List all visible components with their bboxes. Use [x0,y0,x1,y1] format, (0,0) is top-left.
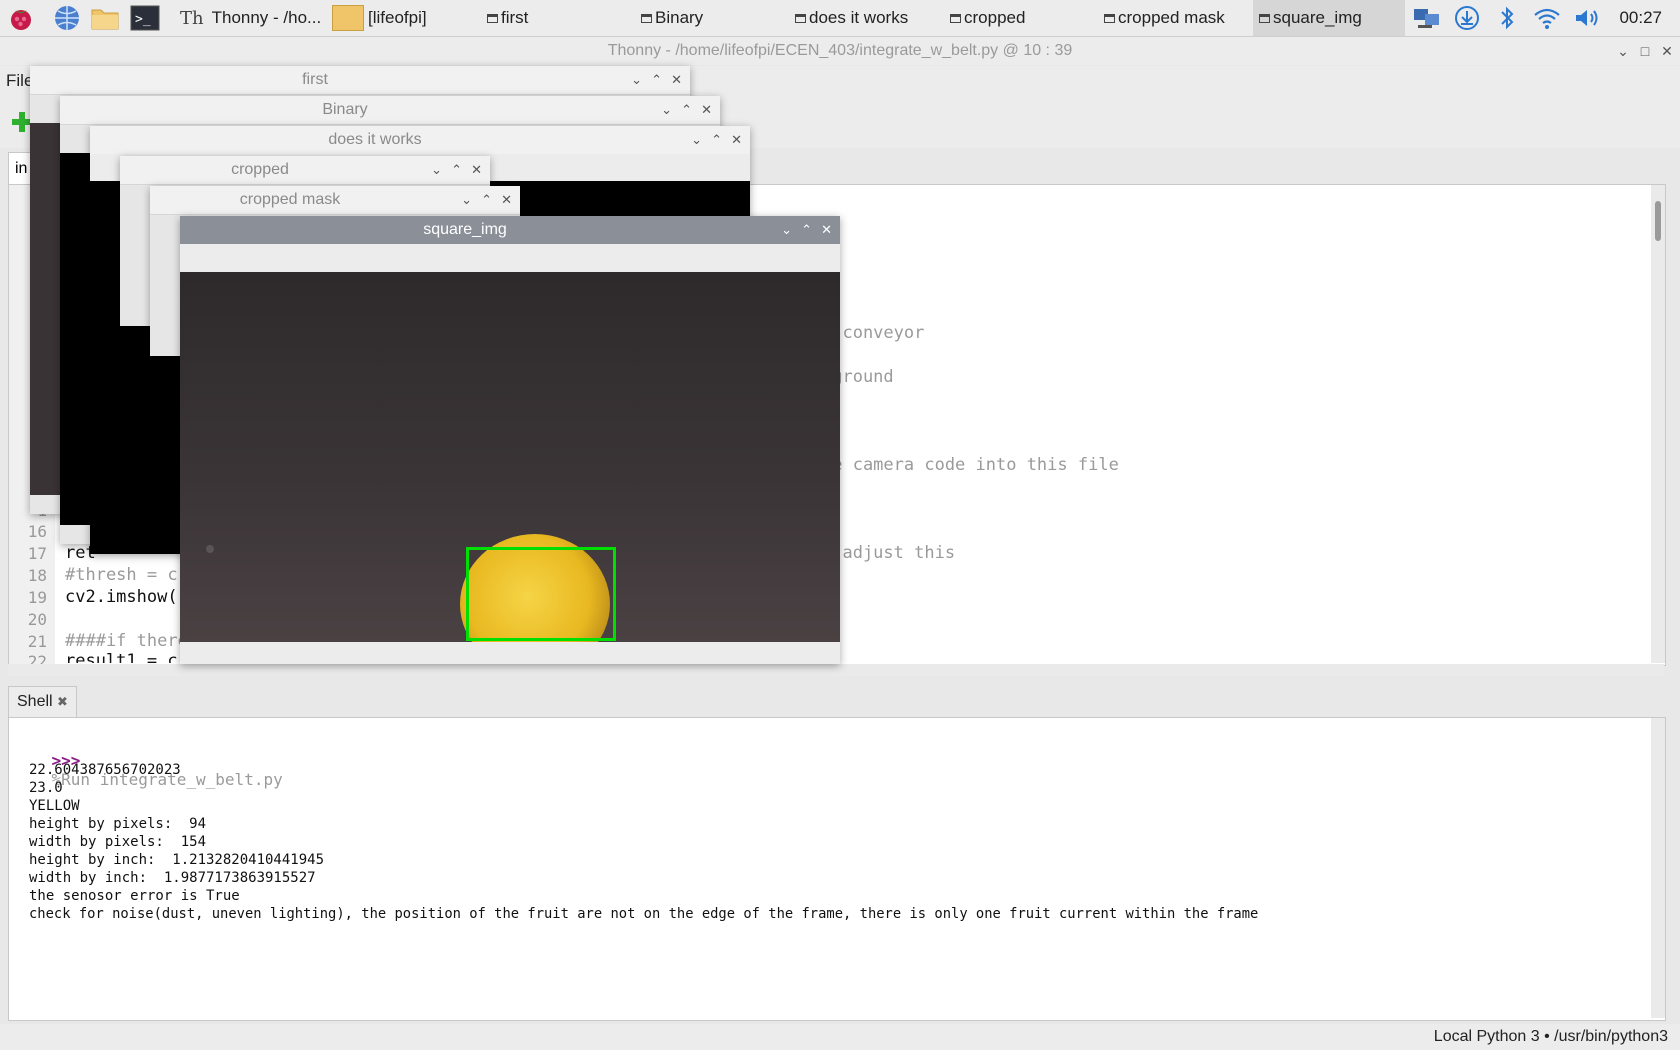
dust-speck [206,545,214,553]
line-number: 21 [27,632,47,651]
close-icon[interactable]: ✕ [731,126,742,154]
line-number: 19 [27,588,47,607]
editor-vertical-scrollbar[interactable] [1651,185,1665,663]
close-icon[interactable]: ✕ [1656,37,1678,65]
window-statusbar [180,642,840,664]
close-tab-icon[interactable]: ✖ [57,694,68,709]
shell-output-line: 23.0 [29,780,63,796]
window-titlebar[interactable]: does it works ⌄ ⌃ ✕ [90,126,750,155]
code-line: ####if there [65,631,188,651]
taskbar-item-first[interactable]: first [487,0,528,36]
minimize-icon[interactable]: ⌄ [661,96,672,124]
shell-output-line: width by inch: 1.9877173863915527 [29,870,316,886]
line-number: 20 [27,610,47,629]
web-browser-icon[interactable] [52,3,82,33]
bluetooth-icon[interactable] [1492,3,1522,33]
window-icon [1259,13,1270,23]
minimize-icon[interactable]: ⌄ [461,186,472,214]
shell-panel[interactable]: >>> %Run integrate_w_belt.py 22.60438765… [8,717,1666,1021]
taskbar-item-square-img[interactable]: square_img [1253,0,1405,36]
window-titlebar[interactable]: square_img ⌄ ⌃ ✕ [180,216,840,245]
window-titlebar[interactable]: cropped mask ⌄ ⌃ ✕ [150,186,520,215]
code-line: result1 = c [65,651,178,663]
window-icon [795,13,806,23]
window-icon [641,13,652,23]
shell-output-line: width by pixels: 154 [29,834,207,850]
window-toolbar [180,244,840,272]
code-line: cv2.imshow(' [65,587,188,607]
window-icon [487,13,498,23]
line-number: 17 [27,544,47,563]
minimize-icon[interactable]: ⌄ [431,156,442,184]
scrollbar-thumb[interactable] [1655,201,1661,241]
status-bar: Local Python 3 • /usr/bin/python3 [0,1024,1680,1050]
download-updates-icon[interactable] [1452,3,1482,33]
window-icon [950,13,961,23]
file-manager-icon[interactable] [90,3,120,33]
terminal-icon[interactable]: >_ [130,3,160,33]
shell-scrollbar[interactable] [1651,718,1665,1018]
taskbar-item-binary[interactable]: Binary [641,0,703,36]
window-icon [1104,13,1115,23]
shell-output-line: 22.604387656702023 [29,762,181,778]
taskbar-item-does-it-works[interactable]: does it works [795,0,908,36]
maximize-icon[interactable]: ⌃ [681,96,692,124]
line-number: 16 [27,522,47,541]
window-titlebar[interactable]: first ⌄ ⌃ ✕ [30,66,690,95]
maximize-icon[interactable]: ⌃ [451,156,462,184]
minimize-icon[interactable]: ⌄ [691,126,702,154]
code-fragment: he camera code into this file [822,455,1119,475]
clock[interactable]: 00:27 [1619,0,1662,36]
taskbar-item-thonny[interactable]: Th Thonny - /ho... [180,0,321,36]
line-number: 18 [27,566,47,585]
camera-frame-image [180,272,840,642]
shell-output-line: height by pixels: 94 [29,816,207,832]
editor-horizontal-scrollbar[interactable] [8,664,1664,676]
close-icon[interactable]: ✕ [501,186,512,214]
code-fragment: o adjust this [822,543,956,563]
code-line: #thresh = c [65,565,178,585]
shell-output-line: check for noise(dust, uneven lighting), … [29,906,1259,922]
close-icon[interactable]: ✕ [821,216,832,244]
interpreter-status[interactable]: Local Python 3 • /usr/bin/python3 [1434,1024,1668,1050]
maximize-icon[interactable]: ⌃ [651,66,662,94]
volume-icon[interactable] [1572,3,1602,33]
taskbar: >_ Th Thonny - /ho... [lifeofpi] first B… [0,0,1680,37]
shell-tab[interactable]: Shell ✖ [8,686,77,717]
cv-window-square-img[interactable]: square_img ⌄ ⌃ ✕ [180,216,840,664]
maximize-icon[interactable]: ⌃ [711,126,722,154]
minimize-icon[interactable]: ⌄ [631,66,642,94]
shell-output-line: the senosor error is True [29,888,240,904]
window-titlebar[interactable]: Binary ⌄ ⌃ ✕ [60,96,720,125]
close-icon[interactable]: ✕ [701,96,712,124]
minimize-icon[interactable]: ⌄ [1612,37,1634,65]
close-icon[interactable]: ✕ [671,66,682,94]
thonny-window-title: Thonny - /home/lifeofpi/ECEN_403/integra… [0,37,1680,65]
raspberry-menu-icon[interactable] [6,3,36,33]
taskbar-item-cropped[interactable]: cropped [950,0,1025,36]
taskbar-item-lifeofpi[interactable]: [lifeofpi] [332,0,427,36]
detection-bounding-box [466,547,616,641]
thonny-icon: Th [180,7,204,29]
maximize-icon[interactable]: ⌃ [481,186,492,214]
svg-text:>_: >_ [135,12,151,27]
taskbar-item-cropped-mask[interactable]: cropped mask [1104,0,1225,36]
minimize-icon[interactable]: ⌄ [781,216,792,244]
close-icon[interactable]: ✕ [471,156,482,184]
shell-output-line: height by inch: 1.2132820410441945 [29,852,325,868]
maximize-icon[interactable]: □ [1634,37,1656,65]
window-titlebar[interactable]: cropped ⌄ ⌃ ✕ [120,156,490,185]
folder-icon [332,5,364,31]
shell-output-line: YELLOW [29,798,80,814]
network-monitor-icon[interactable] [1412,3,1442,33]
wifi-icon[interactable] [1532,3,1562,33]
maximize-icon[interactable]: ⌃ [801,216,812,244]
